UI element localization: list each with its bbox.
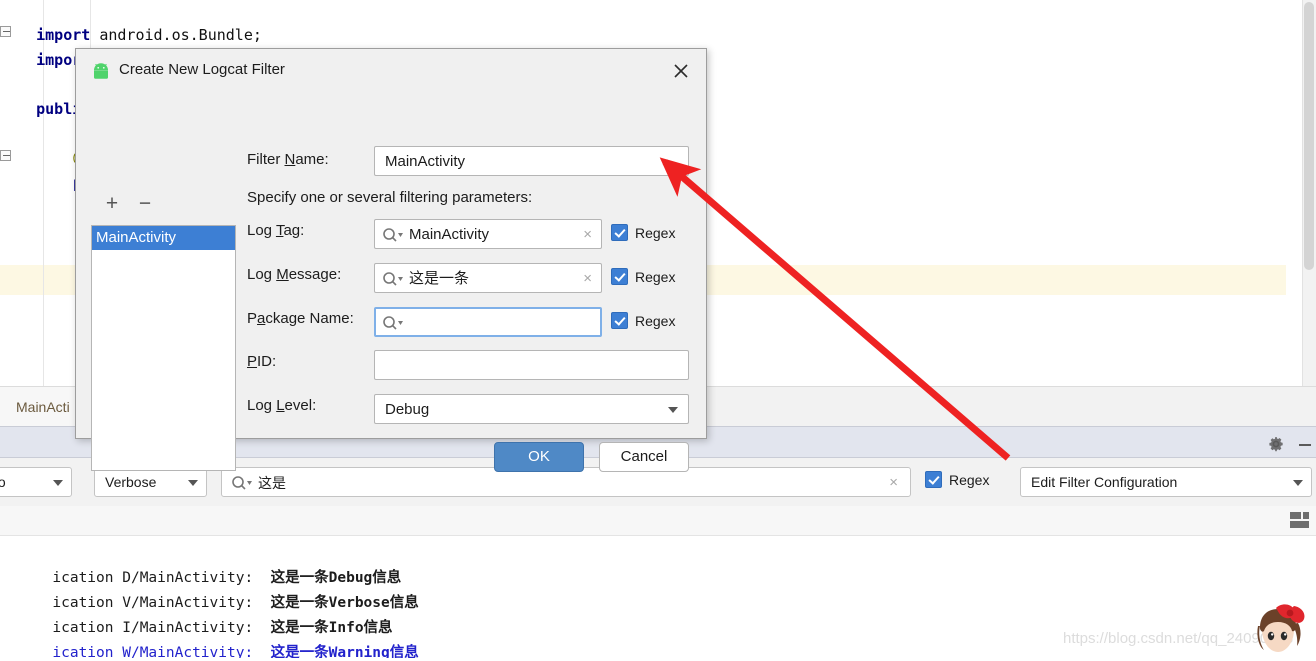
log-level-combo[interactable]: Verbose — [94, 467, 207, 497]
filter-list[interactable]: MainActivity — [91, 225, 236, 471]
chevron-down-icon — [53, 480, 63, 486]
logcat-subbar — [0, 506, 1316, 536]
dialog-body: + − MainActivity Filter Name: MainActivi… — [76, 93, 706, 472]
filter-name-label: Filter Name: — [247, 151, 329, 168]
add-filter-button[interactable]: + — [100, 193, 124, 217]
editor-scrollbar-thumb[interactable] — [1304, 2, 1314, 270]
android-robot-icon — [90, 63, 112, 81]
filter-configuration-combo[interactable]: Edit Filter Configuration — [1020, 467, 1312, 497]
code-line-import-log: import android.util.Log; — [0, 21, 1316, 69]
clear-log-message-icon[interactable]: × — [583, 264, 592, 294]
avatar — [1236, 604, 1308, 658]
minimize-icon[interactable] — [1296, 435, 1314, 453]
filter-configuration-value: Edit Filter Configuration — [1031, 474, 1178, 490]
log-tag-label: Log Tag: — [247, 222, 305, 239]
checkbox-checked-icon — [611, 312, 628, 329]
package-name-field[interactable] — [374, 307, 602, 337]
tab-mainactivity[interactable]: MainActi — [0, 387, 87, 427]
filtering-instruction: Specify one or several filtering paramet… — [247, 189, 533, 206]
create-logcat-filter-dialog: Create New Logcat Filter + − MainActivit… — [75, 48, 707, 472]
log-line: ication D/MainActivity: 这是一条Debug信息 — [0, 541, 1316, 586]
cancel-button[interactable]: Cancel — [599, 442, 689, 472]
chevron-down-icon — [188, 480, 198, 486]
package-name-label: Package Name: — [247, 310, 354, 327]
log-level-label: Log Level: — [247, 397, 317, 414]
list-item[interactable]: MainActivity — [92, 226, 235, 250]
remove-filter-button[interactable]: − — [133, 193, 157, 217]
log-tag-value: MainActivity — [409, 226, 490, 243]
log-line: ication V/MainActivity: 这是一条Verbose信息 — [0, 566, 1316, 611]
log-message-field[interactable]: 这是一条 × — [374, 263, 602, 293]
close-icon[interactable] — [668, 59, 694, 83]
logcat-regex-label: Regex — [949, 472, 990, 488]
log-tag-field[interactable]: MainActivity × — [374, 219, 602, 249]
chevron-down-icon — [1293, 480, 1303, 486]
editor-scrollbar[interactable] — [1302, 0, 1316, 386]
clear-log-tag-icon[interactable]: × — [583, 220, 592, 250]
clear-search-icon[interactable]: × — [889, 468, 898, 498]
log-line: ication I/MainActivity: 这是一条Info信息 — [0, 591, 1316, 636]
checkbox-checked-icon — [611, 268, 628, 285]
code-line-import-bundle: import android.os.Bundle; — [0, 0, 1316, 44]
app-selector-value: icatio — [0, 474, 6, 490]
log-tag-regex-label: Regex — [635, 225, 676, 241]
log-message-regex-label: Regex — [635, 269, 676, 285]
filter-name-field[interactable]: MainActivity — [374, 146, 689, 176]
checkbox-checked-icon — [611, 224, 628, 241]
log-message-label: Log Message: — [247, 266, 342, 283]
dialog-title: Create New Logcat Filter — [119, 61, 285, 78]
filter-name-value: MainActivity — [385, 153, 466, 170]
checkbox-checked-icon — [925, 471, 942, 488]
split-layout-icon[interactable] — [1288, 510, 1310, 530]
log-level-value: Debug — [385, 401, 430, 418]
pid-label: PID: — [247, 353, 277, 370]
pid-field[interactable] — [374, 350, 689, 380]
search-icon — [381, 270, 403, 288]
logcat-search-value: 这是 — [258, 475, 286, 491]
search-icon — [381, 226, 403, 244]
package-name-regex-label: Regex — [635, 313, 676, 329]
log-message-value: 这是一条 — [409, 270, 470, 287]
search-icon — [381, 314, 403, 332]
log-level-value: Verbose — [105, 474, 157, 490]
search-icon — [230, 474, 252, 492]
chevron-down-icon — [668, 407, 678, 413]
app-selector-combo[interactable]: icatio — [0, 467, 72, 497]
dialog-titlebar: Create New Logcat Filter — [76, 49, 706, 93]
ok-button[interactable]: OK — [494, 442, 584, 472]
gear-icon[interactable] — [1267, 435, 1285, 453]
log-level-select[interactable]: Debug — [374, 394, 689, 424]
